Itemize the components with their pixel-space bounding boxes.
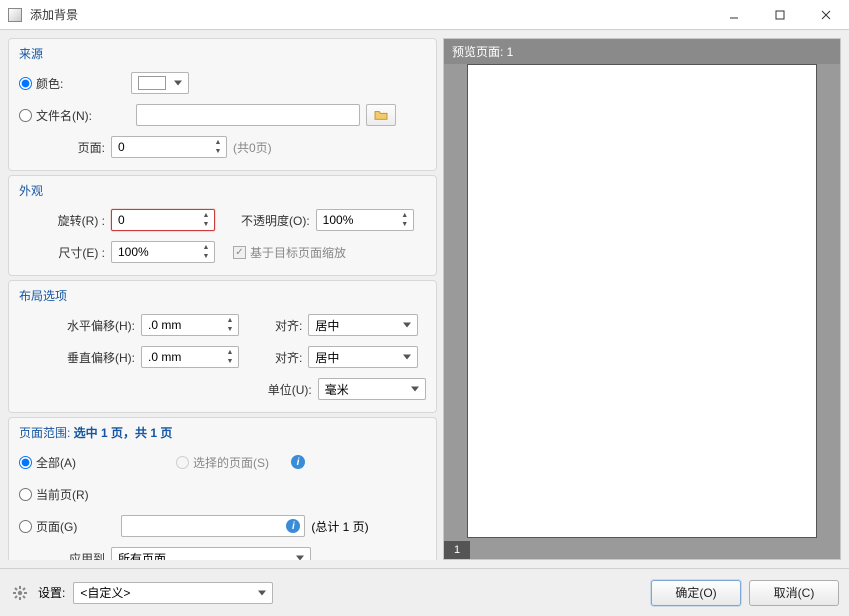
source-pages-label: 页面: — [19, 139, 105, 156]
preview-body: 1 — [444, 64, 840, 559]
app-icon — [8, 8, 22, 22]
halign-combo[interactable]: 居中 — [308, 314, 418, 336]
filename-input[interactable] — [136, 104, 360, 126]
voffset-spin[interactable]: .0 mm ▲▼ — [141, 346, 239, 368]
info-icon[interactable]: i — [291, 455, 305, 469]
apply-to-combo[interactable]: 所有页面 — [111, 547, 311, 560]
source-pages-spin[interactable]: 0 ▲▼ — [111, 136, 227, 158]
close-button[interactable] — [803, 0, 849, 29]
hoffset-label: 水平偏移(H): — [19, 317, 135, 334]
radio-filename-label: 文件名(N): — [36, 107, 92, 124]
cancel-button[interactable]: 取消(C) — [749, 580, 839, 606]
folder-icon — [374, 109, 388, 121]
unit-combo[interactable]: 毫米 — [318, 378, 426, 400]
radio-filename[interactable]: 文件名(N): — [19, 107, 92, 124]
group-layout: 布局选项 水平偏移(H): .0 mm ▲▼ 对齐: 居中 垂直偏移(H): — [8, 280, 437, 413]
group-appearance: 外观 旋转(R) : 0 ▲▼ 不透明度(O): 100% ▲▼ 尺寸(E) — [8, 175, 437, 276]
opacity-label: 不透明度(O): — [241, 212, 310, 229]
maximize-button[interactable] — [757, 0, 803, 29]
group-layout-title: 布局选项 — [19, 287, 426, 304]
unit-label: 单位(U): — [268, 381, 312, 398]
halign-label: 对齐: — [275, 317, 302, 334]
radio-selected-pages[interactable]: 选择的页面(S) — [176, 454, 269, 471]
source-pages-total: (共0页) — [233, 139, 272, 156]
radio-all[interactable]: 全部(A) — [19, 454, 76, 471]
rotate-label: 旋转(R) : — [19, 212, 105, 229]
check-icon — [233, 246, 246, 259]
titlebar: 添加背景 — [0, 0, 849, 30]
preview-title: 预览页面: 1 — [444, 39, 840, 64]
window-title: 添加背景 — [30, 6, 711, 23]
ok-button[interactable]: 确定(O) — [651, 580, 741, 606]
settings-label: 设置: — [38, 584, 65, 601]
pages-input[interactable]: i — [121, 515, 305, 537]
group-range: 页面范围: 选中 1 页，共 1 页 全部(A) 选择的页面(S) i — [8, 417, 437, 560]
bottom-bar: 设置: <自定义> 确定(O) 取消(C) — [0, 568, 849, 616]
size-spin[interactable]: 100% ▲▼ — [111, 241, 215, 263]
valign-combo[interactable]: 居中 — [308, 346, 418, 368]
radio-current[interactable]: 当前页(R) — [19, 486, 89, 503]
preview-pane: 预览页面: 1 1 — [443, 38, 841, 560]
group-range-title: 页面范围: 选中 1 页，共 1 页 — [19, 424, 426, 441]
rotate-spin[interactable]: 0 ▲▼ — [111, 209, 215, 231]
size-label: 尺寸(E) : — [19, 244, 105, 261]
pages-total: (总计 1 页) — [311, 518, 368, 535]
window-buttons — [711, 0, 849, 29]
preview-page-number[interactable]: 1 — [444, 541, 470, 559]
group-source-title: 来源 — [19, 45, 426, 62]
preview-page — [467, 64, 817, 538]
radio-pages[interactable]: 页面(G) — [19, 518, 77, 535]
apply-to-label: 应用到 — [19, 550, 105, 561]
opacity-spin[interactable]: 100% ▲▼ — [316, 209, 414, 231]
settings-gear-icon[interactable] — [10, 583, 30, 603]
group-source: 来源 颜色: 文件名(N): — [8, 38, 437, 171]
voffset-label: 垂直偏移(H): — [19, 349, 135, 366]
info-icon[interactable]: i — [286, 519, 300, 533]
color-swatch — [138, 76, 166, 90]
valign-label: 对齐: — [275, 349, 302, 366]
color-picker[interactable] — [131, 72, 189, 94]
minimize-button[interactable] — [711, 0, 757, 29]
radio-color-label: 颜色: — [36, 75, 63, 92]
browse-button[interactable] — [366, 104, 396, 126]
hoffset-spin[interactable]: .0 mm ▲▼ — [141, 314, 239, 336]
settings-combo[interactable]: <自定义> — [73, 582, 273, 604]
group-appearance-title: 外观 — [19, 182, 426, 199]
scale-checkbox[interactable]: 基于目标页面缩放 — [233, 244, 346, 261]
radio-color[interactable]: 颜色: — [19, 75, 63, 92]
